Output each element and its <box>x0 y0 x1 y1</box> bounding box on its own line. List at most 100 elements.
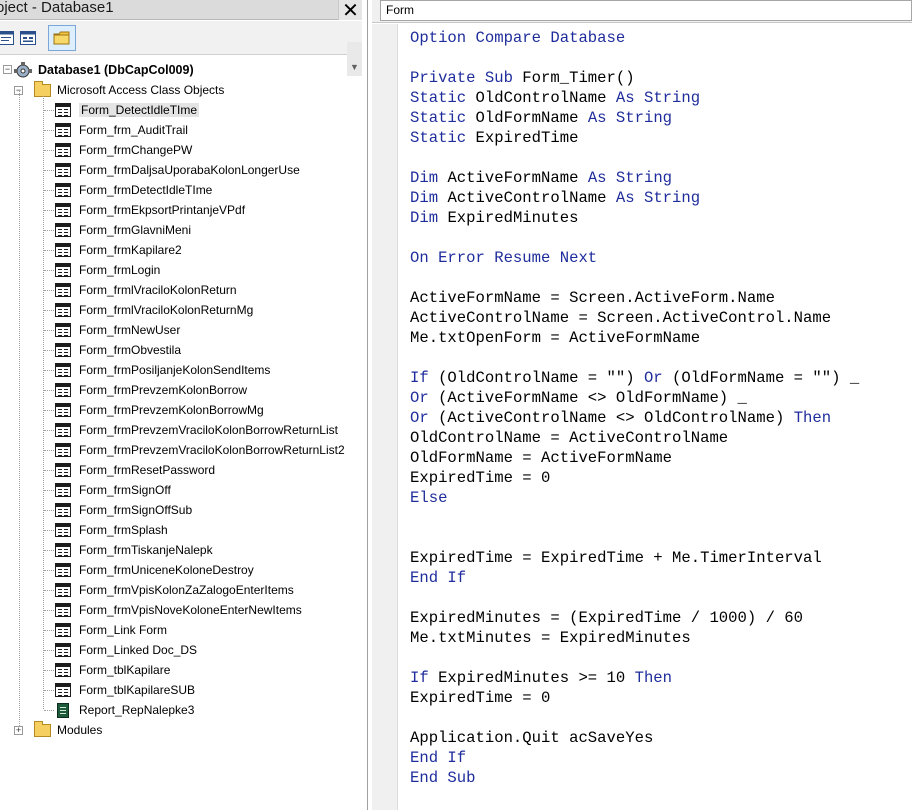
tree-item-label: Form_frmPrevzemKolonBorrow <box>79 383 248 397</box>
form-icon <box>55 303 71 317</box>
form-icon <box>55 583 71 597</box>
code-keyword: Dim <box>410 169 448 187</box>
tree-item[interactable]: Form_frmEkpsortPrintanjeVPdf <box>55 200 245 220</box>
margin-indicator-bar[interactable] <box>372 24 398 810</box>
code-keyword: As String <box>615 189 701 207</box>
tree-item[interactable]: Form_DetectIdleTIme <box>55 100 200 120</box>
tree-item[interactable]: Form_frmResetPassword <box>55 460 215 480</box>
toolbar-scrollbar[interactable]: ▼ <box>347 42 362 76</box>
tree-folder-class-objects[interactable]: − Microsoft Access Class Objects <box>14 80 224 100</box>
tree-item[interactable]: Form_frmPrevzemKolonBorrow <box>55 380 247 400</box>
tree-guide-line <box>44 310 54 311</box>
object-dropdown[interactable]: Form <box>380 0 912 21</box>
tree-item[interactable]: Form_frmVpisNoveKoloneEnterNewItems <box>55 600 302 620</box>
tree-item[interactable]: Form_frmLogin <box>55 260 160 280</box>
project-explorer-titlebar[interactable]: oject - Database1 ✕ <box>0 0 362 22</box>
tree-item[interactable]: Form_frmVpisKolonZaZalogoEnterItems <box>55 580 294 600</box>
tree-item[interactable]: Form_frmKapilare2 <box>55 240 182 260</box>
tree-guide-line <box>44 550 54 551</box>
close-icon[interactable]: ✕ <box>338 0 362 22</box>
code-keyword: Static <box>410 89 476 107</box>
code-line: Static ExpiredTime <box>410 128 578 148</box>
tree-item-label: Form_frmPosiljanjeKolonSendItems <box>79 363 271 377</box>
code-line: Me.txtOpenForm = ActiveFormName <box>410 328 700 348</box>
tree-item-label: Form_frmLogin <box>79 263 161 277</box>
code-line: Static OldControlName As String <box>410 88 700 108</box>
tree-guide-line <box>44 670 54 671</box>
tree-item[interactable]: Form_tblKapilare <box>55 660 170 680</box>
tree-item[interactable]: Form_frmlVraciloKolonReturn <box>55 280 237 300</box>
code-keyword: End If <box>410 569 467 587</box>
code-text: OldFormName = ActiveFormName <box>410 449 673 467</box>
tree-guide-line <box>43 96 44 709</box>
project-explorer-title: oject - Database1 <box>0 0 114 16</box>
code-keyword: Else <box>410 489 448 507</box>
tree-item[interactable]: Form_frmObvestila <box>55 340 181 360</box>
code-line: OldFormName = ActiveFormName <box>410 448 672 468</box>
folder-label: Microsoft Access Class Objects <box>57 83 225 97</box>
form-icon <box>55 283 71 297</box>
code-text: OldControlName <box>475 89 616 107</box>
tree-item[interactable]: Form_frmNewUser <box>55 320 180 340</box>
tree-item[interactable]: Form_frmSplash <box>55 520 168 540</box>
tree-item[interactable]: Form_frmPrevzemVraciloKolonBorrowReturnL… <box>55 440 345 460</box>
tree-guide-line <box>44 270 54 271</box>
form-icon <box>55 103 71 117</box>
expand-icon[interactable]: + <box>14 726 23 735</box>
tree-item-label: Report_RepNalepke3 <box>79 703 195 717</box>
code-text: (OldFormName = "") _ <box>672 369 860 387</box>
code-text: ExpiredTime = ExpiredTime + Me.TimerInte… <box>410 549 822 567</box>
tree-item[interactable]: Form_frmSignOff <box>55 480 171 500</box>
tree-item-label: Form_frmSignOff <box>79 483 171 497</box>
tree-item[interactable]: Form_frmPrevzemVraciloKolonBorrowReturnL… <box>55 420 338 440</box>
code-line: Or (ActiveControlName <> OldControlName)… <box>410 408 831 428</box>
tree-guide-line <box>44 510 54 511</box>
tree-item[interactable]: Form_frmUniceneKoloneDestroy <box>55 560 254 580</box>
code-keyword: Or <box>643 369 673 387</box>
code-text: (ActiveControlName <> OldControlName) <box>438 409 794 427</box>
tree-folder-modules[interactable]: + Modules <box>14 720 102 740</box>
code-line: Or (ActiveFormName <> OldFormName) _ <box>410 388 747 408</box>
tree-item[interactable]: Form_frmlVraciloKolonReturnMg <box>55 300 253 320</box>
tree-item-label: Form_frmVpisNoveKoloneEnterNewItems <box>79 603 302 617</box>
tree-item-label: Form_frmSignOffSub <box>79 503 193 517</box>
chevron-down-icon[interactable]: ▼ <box>350 62 359 72</box>
tree-item[interactable]: Form_frmChangePW <box>55 140 192 160</box>
project-root-label: Database1 (DbCapCol009) <box>38 63 194 77</box>
code-line: ExpiredMinutes = (ExpiredTime / 1000) / … <box>410 608 803 628</box>
code-line: OldControlName = ActiveControlName <box>410 428 728 448</box>
code-line: On Error Resume Next <box>410 248 597 268</box>
view-object-button[interactable] <box>16 27 40 49</box>
collapse-icon[interactable]: − <box>3 65 12 74</box>
form-icon <box>55 203 71 217</box>
code-keyword: Or <box>410 409 439 427</box>
code-text: ExpiredTime = 0 <box>410 469 551 487</box>
tree-item[interactable]: Report_RepNalepke3 <box>55 700 194 720</box>
code-text: ExpiredTime = 0 <box>410 689 551 707</box>
code-keyword: As String <box>587 109 673 127</box>
tree-item[interactable]: Form_frmSignOffSub <box>55 500 192 520</box>
tree-item[interactable]: Form_frmDaljsaUporabaKolonLongerUse <box>55 160 300 180</box>
tree-item-label: Form_frmGlavniMeni <box>79 223 192 237</box>
tree-guide-line <box>44 170 54 171</box>
tree-item[interactable]: Form_frmDetectIdleTIme <box>55 180 212 200</box>
tree-item[interactable]: Form_frmTiskanjeNalepk <box>55 540 213 560</box>
tree-item[interactable]: Form_frmPosiljanjeKolonSendItems <box>55 360 270 380</box>
tree-item[interactable]: Form_frmPrevzemKolonBorrowMg <box>55 400 264 420</box>
code-text: Application.Quit acSaveYes <box>410 729 654 747</box>
tree-item[interactable]: Form_tblKapilareSUB <box>55 680 195 700</box>
tree-item-label: Form_frmlVraciloKolonReturn <box>79 283 237 297</box>
toggle-folders-button[interactable] <box>48 25 76 51</box>
tree-item-label: Form_frmTiskanjeNalepk <box>79 543 213 557</box>
tree-root[interactable]: − Database1 (DbCapCol009) <box>3 60 194 80</box>
tree-item[interactable]: Form_Linked Doc_DS <box>55 640 197 660</box>
tree-guide-line <box>44 150 54 151</box>
code-text: Form_Timer() <box>522 69 635 87</box>
form-icon <box>55 463 71 477</box>
tree-item[interactable]: Form_frmGlavniMeni <box>55 220 191 240</box>
tree-item[interactable]: Form_Link Form <box>55 620 167 640</box>
tree-item-label: Form_frmPrevzemVraciloKolonBorrowReturnL… <box>79 443 345 457</box>
tree-item[interactable]: Form_frm_AuditTrail <box>55 120 188 140</box>
form-icon <box>55 543 71 557</box>
tree-item-label: Form_DetectIdleTIme <box>79 103 200 117</box>
